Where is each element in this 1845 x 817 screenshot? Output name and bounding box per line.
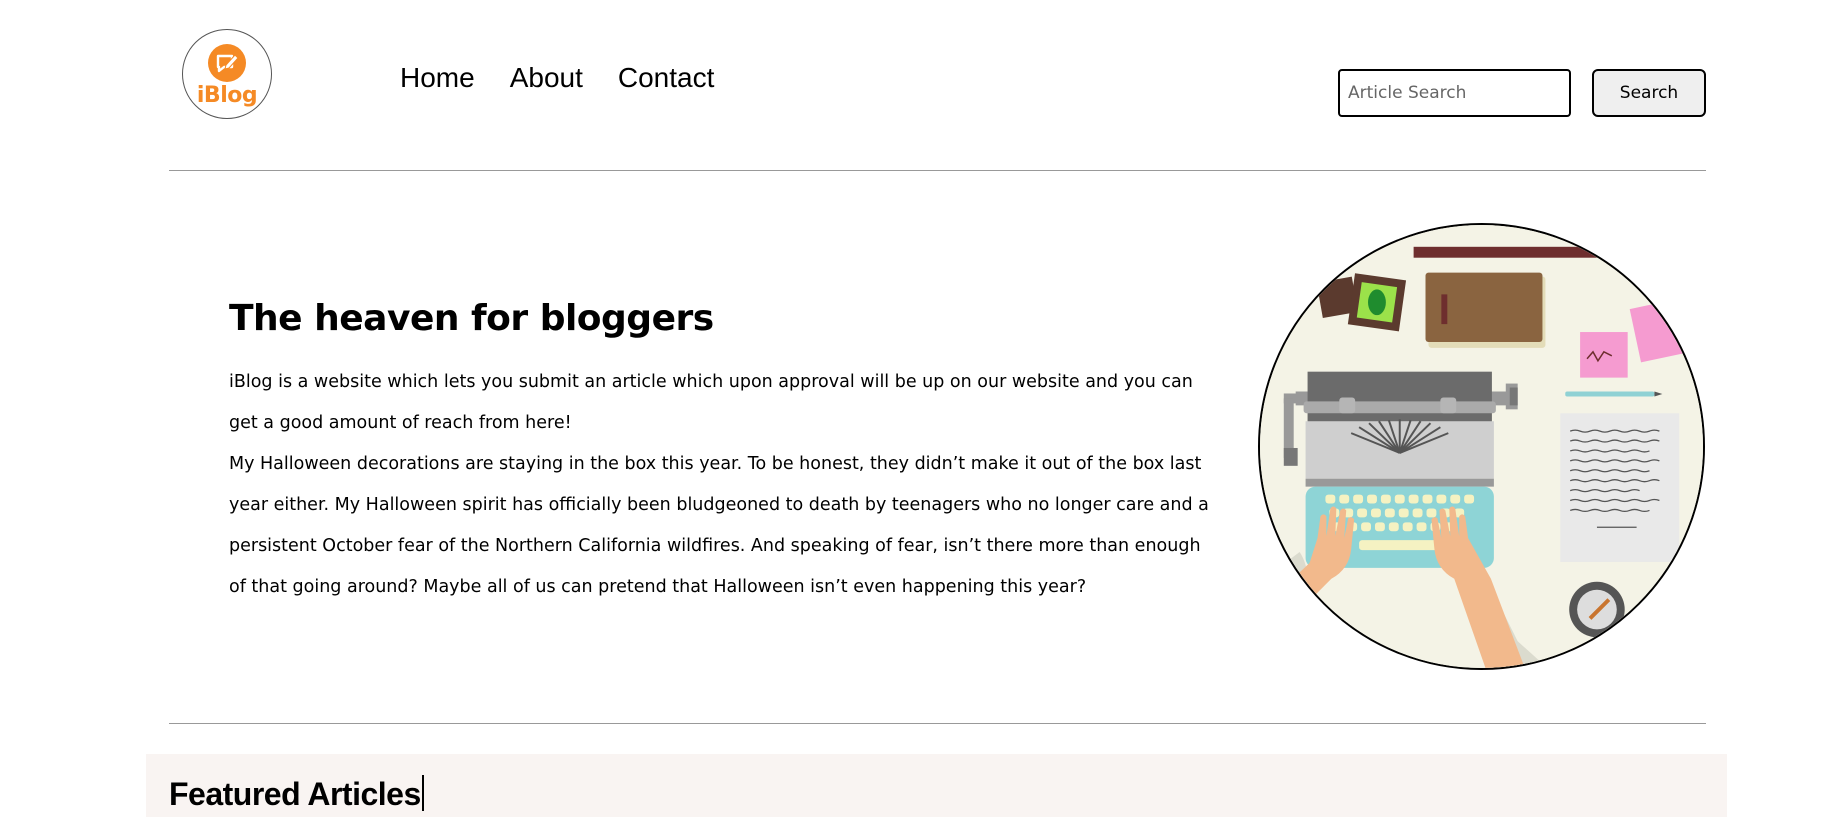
nav-contact-link[interactable]: Contact xyxy=(618,60,715,96)
header-divider xyxy=(169,170,1706,171)
site-logo[interactable]: iBlog xyxy=(182,29,272,119)
typewriter-icon xyxy=(1260,225,1703,668)
search-button[interactable]: Search xyxy=(1592,69,1706,117)
nav-home-link[interactable]: Home xyxy=(400,60,475,96)
chat-edit-icon xyxy=(208,44,246,82)
main-nav: Home About Contact xyxy=(400,60,714,96)
hero-divider xyxy=(169,723,1706,724)
featured-articles-heading-text: Featured Articles xyxy=(169,776,421,812)
hero-title: The heaven for bloggers xyxy=(229,298,714,339)
article-search-input[interactable] xyxy=(1338,69,1571,117)
logo-text: iBlog xyxy=(196,83,258,108)
featured-articles-section: Featured Articles xyxy=(146,754,1727,817)
hero-description: iBlog is a website which lets you submit… xyxy=(229,362,1209,608)
typewriter-illustration xyxy=(1258,223,1705,670)
hero-paragraph-halloween: My Halloween decorations are staying in … xyxy=(229,454,1209,597)
nav-about-link[interactable]: About xyxy=(510,60,583,96)
text-cursor xyxy=(421,775,424,811)
featured-articles-heading: Featured Articles xyxy=(169,772,424,816)
hero-paragraph-intro: iBlog is a website which lets you submit… xyxy=(229,372,1193,433)
